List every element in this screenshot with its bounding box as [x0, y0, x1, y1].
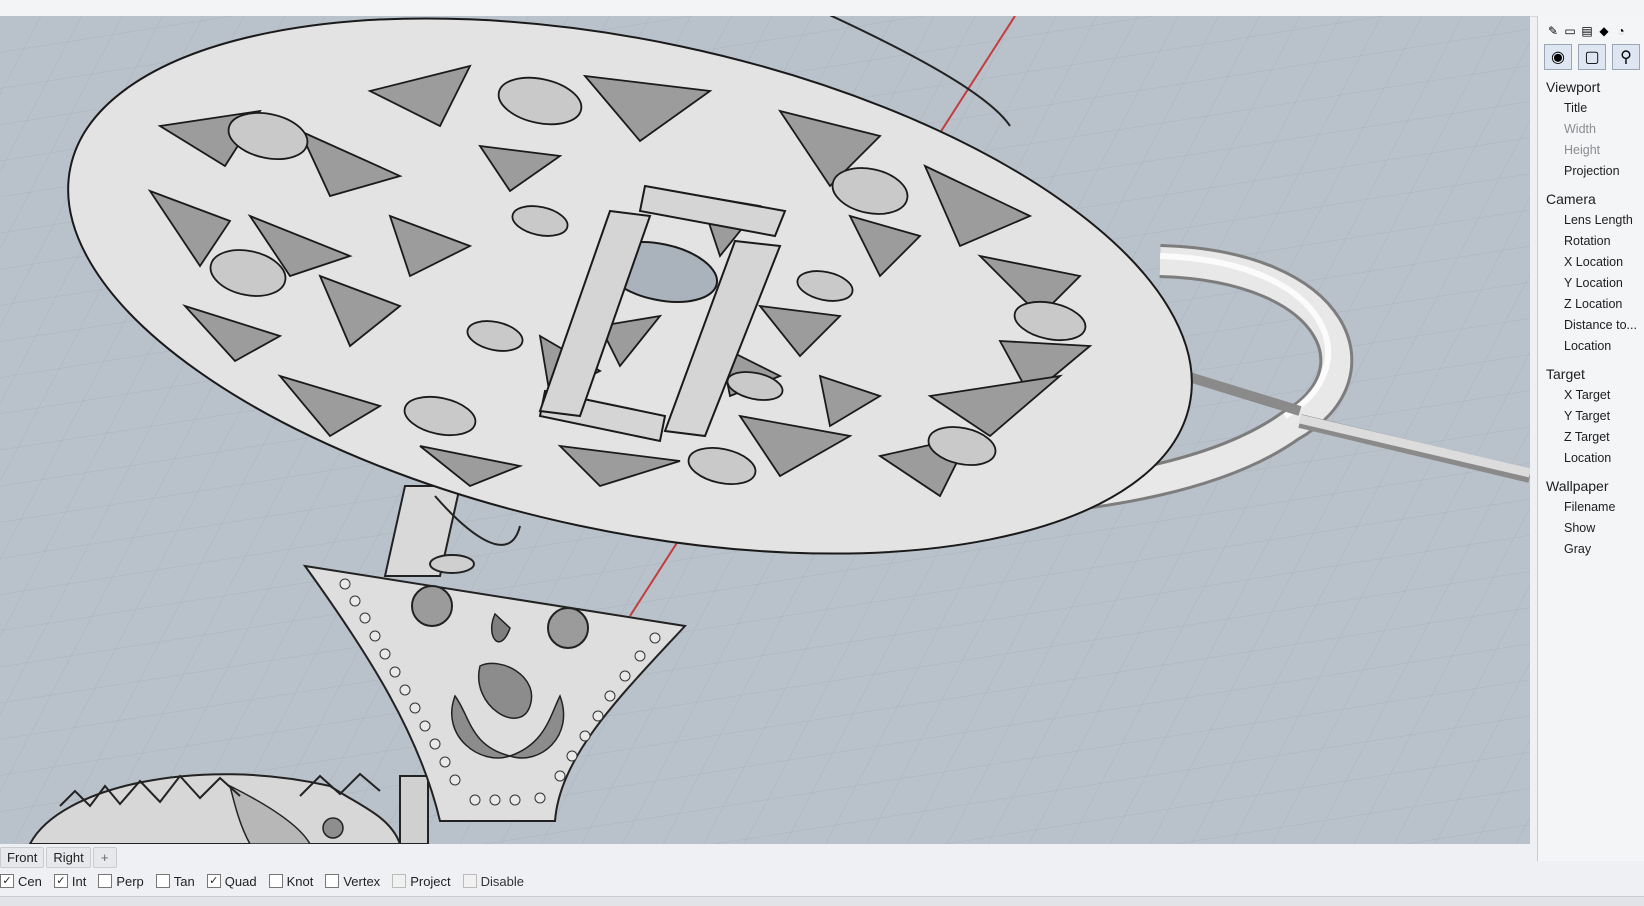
- prop-gray-label: Gray: [1564, 542, 1592, 556]
- light-icon[interactable]: ◔: [1614, 24, 1628, 38]
- osnap-vertex-checkbox[interactable]: [325, 874, 340, 888]
- prop-target-location[interactable]: Location: [1538, 448, 1644, 469]
- osnap-project-checkbox[interactable]: [392, 874, 407, 888]
- panel-tab-icons: ✎ ▭ ▤ ◆ ◔: [1538, 16, 1644, 38]
- osnap-int-label: Int: [71, 873, 87, 889]
- osnap-disable-checkbox[interactable]: [462, 874, 477, 888]
- osnap-perp-checkbox[interactable]: [98, 874, 113, 888]
- prop-x-location-label: X Location: [1564, 255, 1624, 269]
- prop-title[interactable]: Title: [1538, 98, 1644, 119]
- prop-distance-label: Distance to...: [1564, 318, 1637, 332]
- prop-x-target[interactable]: X Target: [1538, 385, 1644, 406]
- viewport-tabs: Front Right +: [0, 846, 117, 868]
- osnap-knot-checkbox[interactable]: [268, 874, 283, 888]
- add-viewport-tab-button[interactable]: +: [92, 846, 117, 868]
- target-icon[interactable]: ⚲: [1612, 44, 1640, 70]
- perspective-viewport[interactable]: [0, 16, 1530, 844]
- prop-rotation-label: Rotation: [1564, 234, 1611, 248]
- viewport-frame-icon[interactable]: ▢: [1578, 44, 1606, 70]
- prop-show[interactable]: Show: [1538, 518, 1644, 539]
- prop-y-target[interactable]: Y Target: [1538, 406, 1644, 427]
- osnap-tan-checkbox[interactable]: [155, 874, 170, 888]
- prop-lens-length[interactable]: Lens Length: [1538, 210, 1644, 231]
- prop-projection[interactable]: Projection: [1538, 161, 1644, 182]
- osnap-bar: ✓ Cen ✓ Int Perp Tan ✓ Quad Knot Vertex Pro…: [0, 872, 536, 890]
- prop-distance[interactable]: Distance to...: [1538, 315, 1644, 336]
- tab-front[interactable]: Front: [0, 846, 45, 868]
- osnap-vertex-label: Vertex: [343, 873, 381, 889]
- osnap-disable-label: Disable: [480, 873, 525, 889]
- osnap-tan-label: Tan: [173, 873, 195, 889]
- prop-rotation[interactable]: Rotation: [1538, 231, 1644, 252]
- osnap-disable[interactable]: Disable: [462, 873, 525, 889]
- prop-title-label: Title: [1564, 101, 1588, 115]
- osnap-project-label: Project: [410, 873, 451, 889]
- prop-camera-location-label: Location: [1564, 339, 1612, 353]
- pencil-icon[interactable]: ✎: [1546, 24, 1560, 38]
- prop-x-target-label: X Target: [1564, 388, 1611, 402]
- render-icon[interactable]: ◆: [1597, 24, 1611, 38]
- prop-filename-label: Filename: [1564, 500, 1616, 514]
- prop-height-label: Height: [1564, 143, 1601, 157]
- prop-height: Height: [1538, 140, 1644, 161]
- osnap-vertex[interactable]: Vertex: [325, 874, 380, 889]
- section-wallpaper: Wallpaper: [1546, 478, 1609, 494]
- prop-gray[interactable]: Gray: [1538, 539, 1644, 560]
- osnap-quad-label: Quad: [224, 873, 257, 889]
- prop-filename[interactable]: Filename: [1538, 497, 1644, 518]
- prop-z-location[interactable]: Z Location: [1538, 294, 1644, 315]
- viewport-scene: [0, 16, 1530, 844]
- osnap-cen[interactable]: ✓ Cen: [0, 874, 42, 889]
- osnap-int-checkbox[interactable]: ✓: [53, 874, 68, 888]
- osnap-knot[interactable]: Knot: [268, 873, 314, 889]
- section-viewport: Viewport: [1546, 79, 1601, 95]
- osnap-tan[interactable]: Tan: [155, 873, 195, 889]
- prop-z-target-label: Z Target: [1564, 430, 1610, 444]
- osnap-cen-label: Cen: [18, 873, 42, 889]
- folder-icon[interactable]: ▭: [1563, 24, 1577, 38]
- osnap-knot-label: Knot: [286, 873, 314, 889]
- osnap-perp-label: Perp: [116, 873, 144, 889]
- osnap-perp[interactable]: Perp: [98, 873, 144, 889]
- osnap-project[interactable]: Project: [392, 873, 451, 889]
- prop-lens-length-label: Lens Length: [1564, 213, 1633, 227]
- osnap-quad-checkbox[interactable]: ✓: [206, 874, 221, 888]
- prop-y-location-label: Y Location: [1564, 276, 1623, 290]
- prop-y-location[interactable]: Y Location: [1538, 273, 1644, 294]
- section-target: Target: [1546, 366, 1585, 382]
- prop-projection-label: Projection: [1564, 164, 1620, 178]
- osnap-cen-checkbox[interactable]: ✓: [0, 874, 14, 888]
- camera-icon[interactable]: ◉: [1544, 44, 1572, 70]
- prop-y-target-label: Y Target: [1564, 409, 1611, 423]
- tab-right[interactable]: Right: [46, 846, 91, 868]
- section-camera: Camera: [1546, 191, 1596, 207]
- prop-width-label: Width: [1564, 122, 1596, 136]
- prop-target-location-label: Location: [1564, 451, 1612, 465]
- prop-z-target[interactable]: Z Target: [1538, 427, 1644, 448]
- prop-camera-location[interactable]: Location: [1538, 336, 1644, 357]
- top-toolbar-strip: [0, 0, 1644, 17]
- prop-width: Width: [1538, 119, 1644, 140]
- prop-x-location[interactable]: X Location: [1538, 252, 1644, 273]
- prop-show-label: Show: [1564, 521, 1596, 535]
- panel-mode-icons: ◉ ▢ ⚲: [1538, 38, 1644, 70]
- layers-icon[interactable]: ▤: [1580, 24, 1594, 38]
- properties-panel: ✎ ▭ ▤ ◆ ◔ ◉ ▢ ⚲ Viewport Title Width Hei…: [1537, 16, 1644, 861]
- osnap-int[interactable]: ✓ Int: [53, 873, 87, 889]
- prop-z-location-label: Z Location: [1564, 297, 1623, 311]
- osnap-quad[interactable]: ✓ Quad: [206, 873, 257, 889]
